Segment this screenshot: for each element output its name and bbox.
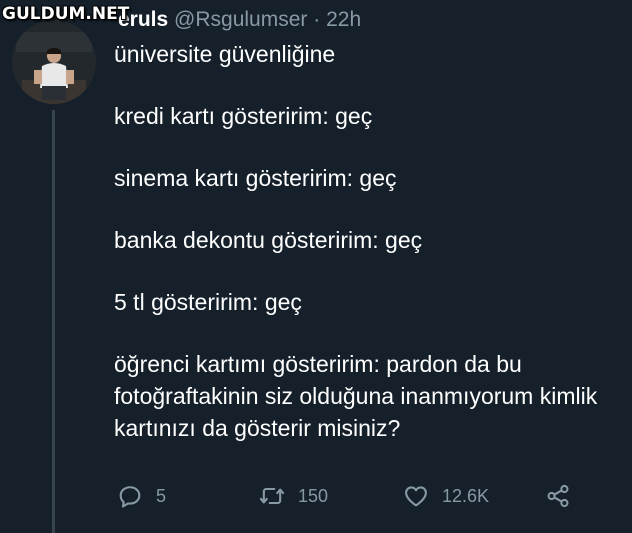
heart-icon [405, 486, 427, 507]
tweet-text: üniversite güvenliğine kredi kartı göste… [114, 38, 619, 444]
tweet-paragraph: üniversite güvenliğine [114, 41, 336, 67]
retweet-icon [259, 487, 285, 505]
tweet-paragraph: banka dekontu gösteririm: geç [114, 227, 423, 253]
tweet-paragraph: sinema kartı gösteririm: geç [114, 165, 397, 191]
avatar-photo [12, 20, 96, 104]
tweet-paragraph: kredi kartı gösteririm: geç [114, 103, 373, 129]
tweet-header: eruls @Rsgulumser · 22h [118, 6, 361, 34]
thread-line [52, 110, 55, 533]
site-watermark: GULDUM.NET [2, 4, 130, 24]
share-icon [547, 484, 569, 508]
tweet-timestamp[interactable]: 22h [326, 8, 361, 31]
reply-count: 5 [156, 485, 167, 506]
retweet-count: 150 [298, 485, 329, 506]
user-handle[interactable]: @Rsgulumser [174, 8, 307, 31]
like-count: 12.6K [442, 485, 490, 506]
tweet-paragraph: 5 tl gösteririm: geç [114, 289, 302, 315]
like-button[interactable]: 12.6K [402, 482, 489, 510]
share-button[interactable] [544, 482, 572, 510]
reply-icon [119, 486, 141, 508]
retweet-button[interactable]: 150 [258, 482, 328, 510]
avatar[interactable] [12, 20, 96, 104]
tweet-paragraph: öğrenci kartımı gösteririm: pardon da bu… [114, 351, 598, 441]
header-separator: · [313, 8, 321, 31]
tweet-actions: 5 150 12.6K [116, 482, 586, 514]
reply-button[interactable]: 5 [116, 482, 166, 510]
